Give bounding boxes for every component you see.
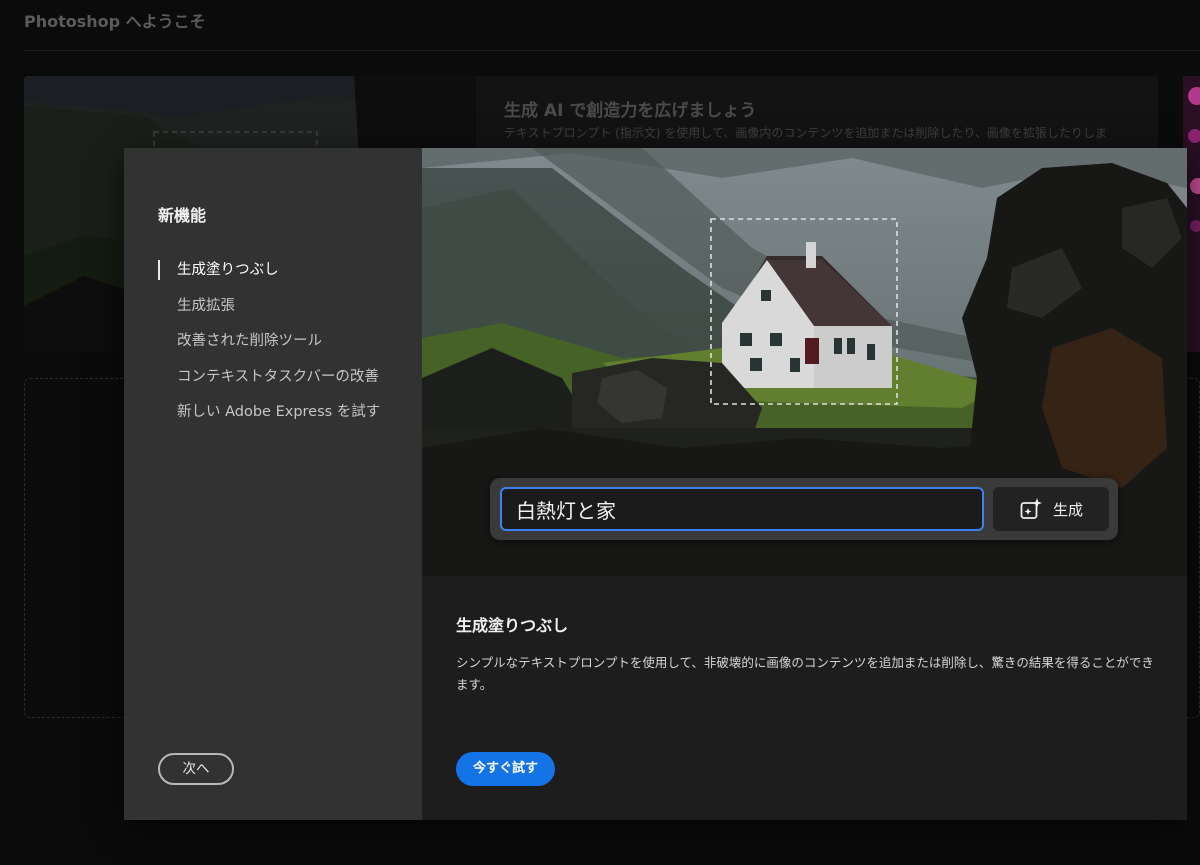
dialog-sidebar: 新機能 生成塗りつぶし 生成拡張 改善された削除ツール コンテキストタスクバーの… bbox=[124, 148, 422, 820]
nav-item-contextual-taskbar[interactable]: コンテキストタスクバーの改善 bbox=[158, 365, 380, 401]
nav-item-adobe-express[interactable]: 新しい Adobe Express を試す bbox=[158, 400, 380, 436]
nav-item-generative-fill[interactable]: 生成塗りつぶし bbox=[158, 258, 380, 294]
home-divider bbox=[24, 50, 1200, 51]
prompt-input[interactable] bbox=[500, 487, 984, 531]
home-card-description: テキストプロンプト (指示文) を使用して、画像内のコンテンツを追加または削除し… bbox=[504, 126, 1107, 140]
generative-prompt-bar: 生成 bbox=[490, 478, 1118, 540]
generate-button-label: 生成 bbox=[1052, 500, 1083, 519]
feature-preview: 生成 bbox=[422, 148, 1187, 576]
feature-title: 生成塗りつぶし bbox=[456, 616, 569, 635]
generative-sparkle-icon bbox=[1020, 498, 1042, 519]
feature-detail: 生成塗りつぶし シンプルなテキストプロンプトを使用して、非破壊的に画像のコンテン… bbox=[422, 576, 1187, 820]
generate-button[interactable]: 生成 bbox=[993, 487, 1109, 531]
home-title: Photoshop へようこそ bbox=[24, 12, 206, 31]
feature-description: シンプルなテキストプロンプトを使用して、非破壊的に画像のコンテンツを追加または削… bbox=[456, 655, 1154, 692]
nav-item-remove-tool[interactable]: 改善された削除ツール bbox=[158, 329, 380, 365]
nav-item-generative-expand[interactable]: 生成拡張 bbox=[158, 294, 380, 330]
next-button[interactable]: 次へ bbox=[158, 753, 234, 785]
try-now-button[interactable]: 今すぐ試す bbox=[456, 752, 555, 786]
home-card-title: 生成 AI で創造力を広げましょう bbox=[504, 101, 757, 121]
feature-nav-list: 生成塗りつぶし 生成拡張 改善された削除ツール コンテキストタスクバーの改善 新… bbox=[158, 258, 380, 436]
whats-new-dialog: 新機能 生成塗りつぶし 生成拡張 改善された削除ツール コンテキストタスクバーの… bbox=[124, 148, 1187, 820]
dialog-heading: 新機能 bbox=[158, 206, 207, 225]
